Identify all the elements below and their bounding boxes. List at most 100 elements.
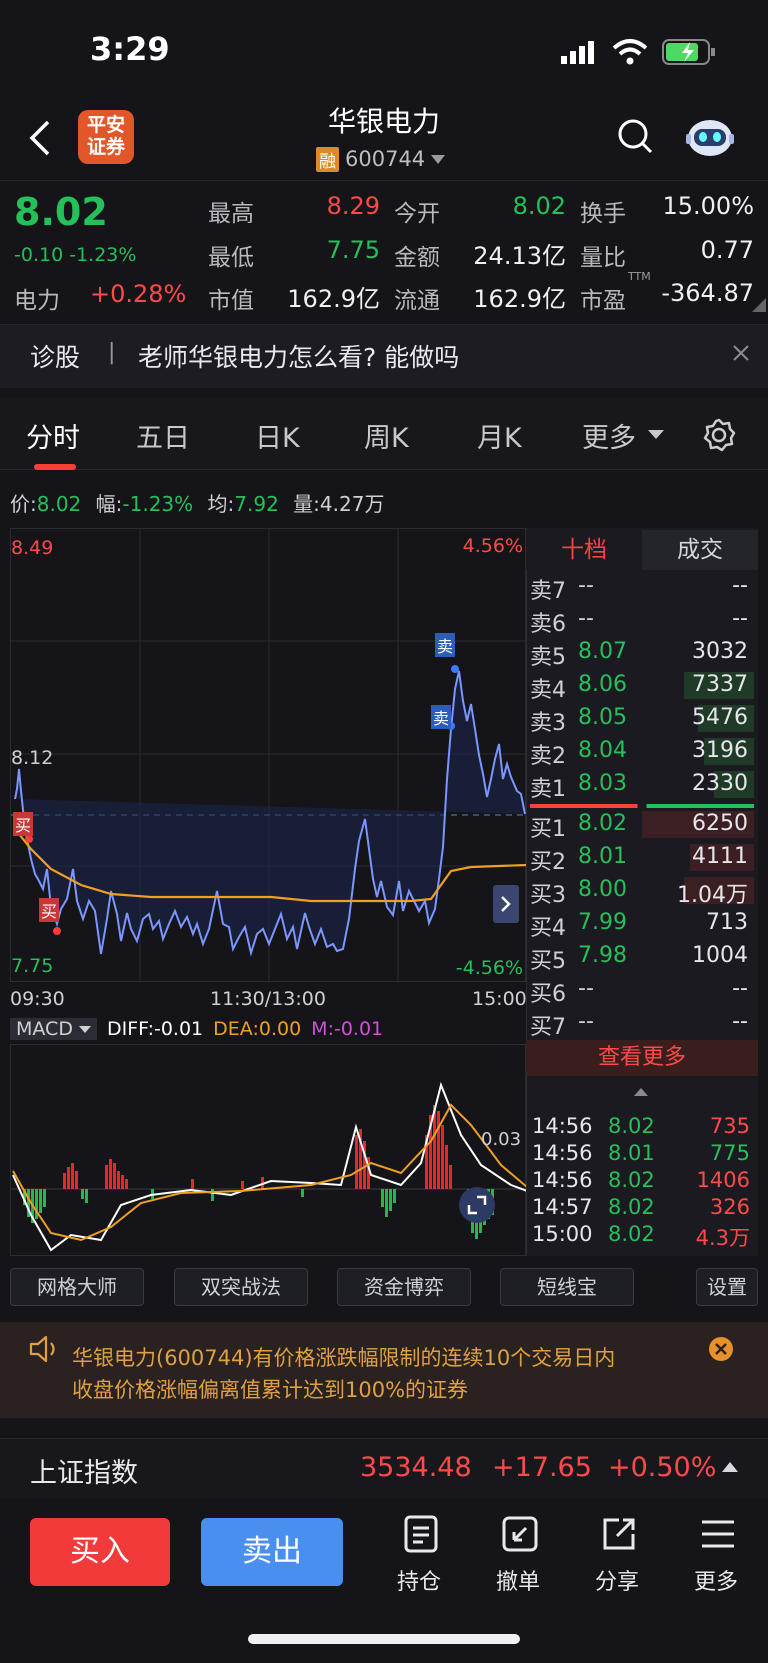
chevron-right-icon[interactable] xyxy=(493,885,519,923)
level-price: 8.07 xyxy=(578,639,627,664)
info-amp: -1.23% xyxy=(122,492,194,516)
info-vol: 4.27万 xyxy=(319,492,385,516)
tab-daily-k[interactable]: 日K xyxy=(255,416,300,455)
index-change: +17.65 xyxy=(492,1452,592,1483)
index-expand-icon[interactable] xyxy=(722,1462,738,1472)
cancel-order-icon[interactable] xyxy=(500,1514,540,1554)
ask-question[interactable]: 老师华银电力怎么看? 能做吗 xyxy=(138,338,459,374)
float-label: 流通 xyxy=(394,288,440,314)
level-label: 卖6 xyxy=(530,612,566,637)
time-axis-mid: 11:30/13:00 xyxy=(210,988,326,1010)
bid-level-row[interactable]: 买7 -- -- xyxy=(526,1006,758,1040)
trade-price: 8.01 xyxy=(608,1141,655,1165)
level-volume: 3196 xyxy=(692,738,748,763)
pe-value: -364.87 xyxy=(661,279,754,307)
trade-row: 15:00 8.02 4.3万 xyxy=(526,1222,758,1250)
fund-game-button[interactable]: 资金博弈 xyxy=(337,1268,471,1306)
holdings-icon[interactable] xyxy=(401,1514,441,1554)
trade-price: 8.02 xyxy=(608,1168,655,1192)
expand-corner-icon[interactable] xyxy=(752,298,766,312)
macd-chart[interactable]: 0.03 xyxy=(10,1044,527,1256)
macd-name: MACD xyxy=(16,1018,73,1040)
index-value: 3534.48 xyxy=(360,1452,472,1483)
bid-level-row[interactable]: 买6 -- -- xyxy=(526,973,758,1007)
intraday-chart[interactable]: 8.49 4.56% 8.12 7.75 -4.56% 买 买 卖 卖 xyxy=(10,528,527,983)
level-volume: 2330 xyxy=(692,771,748,796)
ask-level-row[interactable]: 卖5 8.07 3032 xyxy=(526,636,758,670)
tab-intraday[interactable]: 分时 xyxy=(26,416,80,455)
share-label[interactable]: 分享 xyxy=(595,1564,639,1596)
ask-level-row[interactable]: 卖3 8.05 5476 xyxy=(526,702,758,736)
macd-diff: DIFF:-0.01 xyxy=(106,1018,204,1040)
menu-icon[interactable] xyxy=(698,1514,738,1554)
trade-volume: 735 xyxy=(709,1114,750,1138)
macd-selector[interactable]: MACD xyxy=(10,1018,97,1040)
trade-row: 14:57 8.02 326 xyxy=(526,1195,758,1222)
more-label[interactable]: 更多 xyxy=(694,1564,738,1596)
market-cap-value: 162.9亿 xyxy=(287,285,380,313)
settings-gear-icon[interactable] xyxy=(702,418,736,452)
info-avg-label: 均: xyxy=(207,492,235,516)
view-more-button[interactable]: 查看更多 xyxy=(526,1040,758,1076)
tab-ten-levels[interactable]: 十档 xyxy=(526,530,642,570)
macd-caret-icon xyxy=(78,1025,91,1033)
trade-price: 8.02 xyxy=(608,1114,655,1138)
notice-close-icon[interactable] xyxy=(709,1337,733,1361)
ask-level-row[interactable]: 卖1 8.03 2330 xyxy=(526,768,758,802)
level-volume: 6250 xyxy=(692,811,748,836)
buy-button[interactable]: 买入 xyxy=(30,1518,170,1586)
volume-ratio-label: 量比 xyxy=(580,245,626,271)
bid-level-row[interactable]: 买3 8.00 1.04万 xyxy=(526,874,758,908)
tab-five-day[interactable]: 五日 xyxy=(136,416,190,455)
bid-level-row[interactable]: 买2 8.01 4111 xyxy=(526,841,758,875)
tab-active-indicator xyxy=(34,464,76,470)
axis-bottom-price: 7.75 xyxy=(11,955,54,977)
short-line-button[interactable]: 短线宝 xyxy=(500,1268,634,1306)
diagnose-label[interactable]: 诊股 xyxy=(30,338,80,374)
change-value: -0.10 xyxy=(14,244,64,266)
level-label: 买2 xyxy=(530,850,566,875)
sector-name[interactable]: 电力 xyxy=(14,281,60,315)
bid-level-row[interactable]: 买5 7.98 1004 xyxy=(526,940,758,974)
bid-level-row[interactable]: 买4 7.99 713 xyxy=(526,907,758,941)
ask-level-row[interactable]: 卖4 8.06 7337 xyxy=(526,669,758,703)
robot-assistant-icon[interactable] xyxy=(684,112,736,160)
sell-button[interactable]: 卖出 xyxy=(201,1518,343,1586)
level-label: 卖5 xyxy=(530,645,566,670)
tab-monthly-k[interactable]: 月K xyxy=(477,416,522,455)
share-icon[interactable] xyxy=(599,1514,639,1554)
cancel-order-label[interactable]: 撤单 xyxy=(496,1564,540,1596)
trade-row: 14:56 8.01 775 xyxy=(526,1141,758,1168)
level-volume: -- xyxy=(732,1009,748,1034)
info-avg: 7.92 xyxy=(234,492,279,516)
level-label: 卖7 xyxy=(530,579,566,604)
tab-trades[interactable]: 成交 xyxy=(642,530,758,570)
home-indicator xyxy=(248,1634,520,1644)
stock-code-row[interactable]: 融 600744 xyxy=(316,146,446,172)
level-price: 8.00 xyxy=(578,877,627,902)
grid-master-button[interactable]: 网格大师 xyxy=(10,1268,144,1306)
level-price: 7.98 xyxy=(578,943,627,968)
tools-settings-button[interactable]: 设置 xyxy=(696,1268,758,1306)
fullscreen-icon[interactable] xyxy=(459,1187,495,1223)
trade-list: 14:56 8.02 735 14:56 8.01 775 14:56 8.02 1406 14:… xyxy=(526,1114,758,1250)
high-label: 最高 xyxy=(208,201,254,227)
level-volume: 7337 xyxy=(692,672,748,697)
low-value: 7.75 xyxy=(326,236,380,264)
level-volume: 1004 xyxy=(692,943,748,968)
macd-header: MACD DIFF:-0.01 DEA:0.00 M:-0.01 xyxy=(10,1016,383,1042)
bid-level-row[interactable]: 买1 8.02 6250 xyxy=(526,808,758,842)
ask-level-row[interactable]: 卖2 8.04 3196 xyxy=(526,735,758,769)
ask-level-row[interactable]: 卖7 -- -- xyxy=(526,570,758,604)
buy-signal-marker: 买 xyxy=(39,898,60,922)
tab-more[interactable]: 更多 xyxy=(582,416,636,455)
double-breakout-button[interactable]: 双突战法 xyxy=(174,1268,308,1306)
ask-level-row[interactable]: 卖6 -- -- xyxy=(526,603,758,637)
close-icon[interactable] xyxy=(732,344,750,362)
tab-weekly-k[interactable]: 周K xyxy=(364,416,409,455)
price-change: -0.10 -1.23% xyxy=(14,244,136,266)
holdings-label[interactable]: 持仓 xyxy=(397,1564,441,1596)
search-icon[interactable] xyxy=(616,117,656,157)
axis-top-price: 8.49 xyxy=(11,537,54,559)
macd-side-value: 0.03 xyxy=(481,1129,522,1150)
